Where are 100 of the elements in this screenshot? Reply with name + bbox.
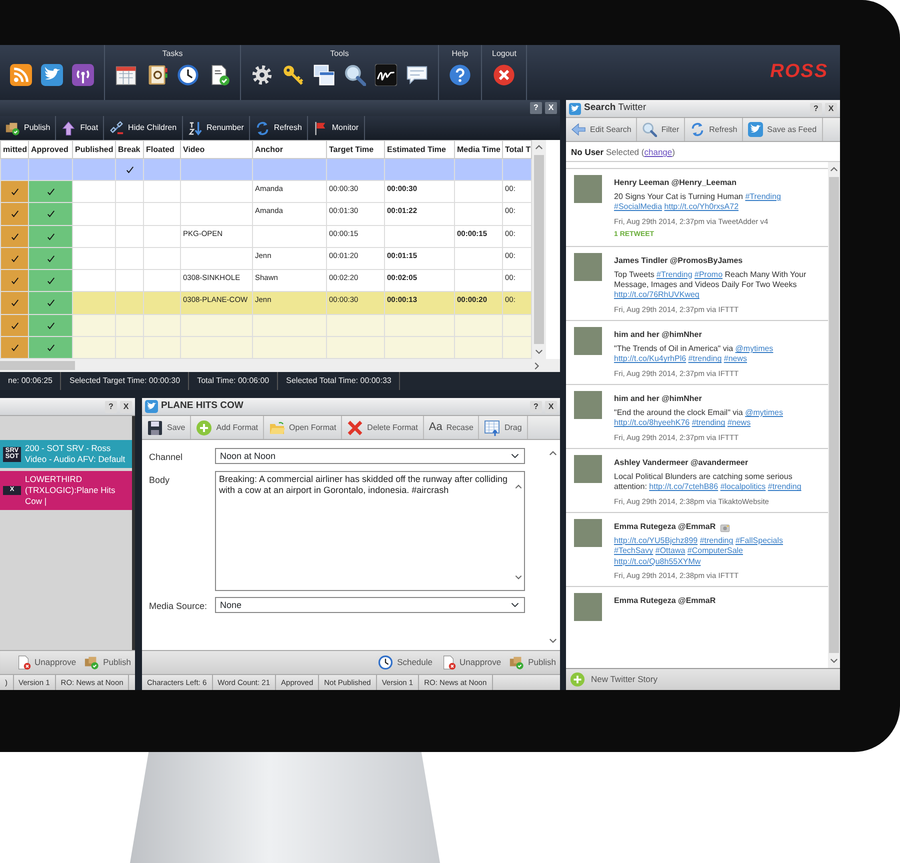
windows-icon[interactable] — [313, 64, 335, 86]
column-header[interactable]: Floated — [144, 140, 180, 158]
check-icon — [46, 232, 56, 242]
tweet-link[interactable]: #trending — [700, 536, 734, 546]
body-field[interactable]: Breaking: A commercial airliner has skidded off the runway after colliding with a cow at an airport in Gorontalo, indonesia. #aircrash — [215, 470, 525, 590]
tweet-link[interactable]: http://t.co/7ctehB86 — [649, 482, 718, 492]
column-header[interactable]: Video — [180, 140, 252, 158]
scrollbar-thumb[interactable] — [829, 177, 839, 653]
close-button[interactable]: X — [825, 102, 837, 114]
bird-icon[interactable] — [41, 64, 63, 86]
address-book-icon[interactable] — [146, 64, 168, 86]
select-field[interactable]: None — [215, 596, 525, 612]
scrollbar[interactable] — [0, 359, 560, 372]
rss-icon[interactable] — [10, 64, 32, 86]
toolbar-button[interactable]: Open Format — [264, 416, 342, 439]
help-button[interactable]: ? — [530, 400, 542, 412]
signature-icon[interactable] — [375, 64, 397, 86]
toolbar-button[interactable]: Refresh — [685, 118, 744, 141]
action-button[interactable]: Publish — [505, 655, 560, 670]
document-x-icon — [16, 655, 31, 670]
close-button[interactable]: X — [545, 400, 557, 412]
column-header[interactable]: Break — [116, 140, 144, 158]
tweet-link[interactable]: #news — [724, 354, 747, 364]
panel-title: PLANE HITS COW — [161, 399, 244, 414]
tweet-link[interactable]: http://t.co/Yh0rxsA72 — [664, 202, 739, 212]
scrollbar[interactable] — [532, 140, 546, 359]
clock-icon[interactable] — [177, 64, 199, 86]
tweet-link[interactable]: #Trending — [745, 192, 781, 201]
key-icon[interactable] — [282, 64, 304, 86]
action-button[interactable]: Publish — [80, 655, 135, 670]
select-field[interactable]: Noon at Noon — [215, 448, 525, 464]
scrollbar-thumb[interactable] — [534, 155, 544, 344]
column-header[interactable]: Total T — [502, 140, 532, 158]
group-label: Tasks — [162, 48, 183, 60]
change-link[interactable]: change — [644, 147, 672, 157]
toolbar-button[interactable]: Edit Search — [566, 118, 638, 141]
column-header[interactable]: Approved — [28, 140, 72, 158]
toolbar-button[interactable]: Drag — [479, 416, 528, 439]
tweet-text: Top Tweets #Trending #Promo Reach Many With Your Message, Images and Videos Daily For Two Weeks http://t.co/76RhUVKweq — [614, 270, 808, 301]
close-button[interactable]: X — [120, 400, 132, 412]
column-header[interactable]: Media Time — [454, 140, 502, 158]
tweet-link[interactable]: http://t.co/Qu8h55XYMw — [614, 556, 701, 566]
check-icon — [10, 320, 20, 331]
tweet-link[interactable]: #TechSavy — [614, 546, 654, 556]
help-button[interactable]: ? — [105, 400, 117, 412]
column-header[interactable]: Target Time — [326, 140, 384, 158]
help-button[interactable]: ? — [530, 102, 542, 114]
tweet-link[interactable]: #SocialMedia — [614, 202, 662, 212]
tweet-link[interactable]: @mytimes — [745, 408, 783, 417]
search-icon[interactable] — [344, 64, 366, 86]
settings-icon[interactable] — [251, 64, 273, 86]
action-button[interactable]: Schedule — [374, 655, 437, 670]
antenna-icon[interactable] — [72, 64, 94, 86]
tweet-link[interactable]: #trending — [692, 418, 726, 428]
column-header[interactable]: Anchor — [252, 140, 326, 158]
tweet-link[interactable]: http://t.co/YU5Bjchz899 — [614, 536, 698, 546]
check-icon — [46, 276, 56, 286]
help-button[interactable]: ? — [810, 102, 822, 114]
photo-placeholder — [574, 175, 602, 203]
toolbar-button[interactable]: Aa Recase — [424, 416, 480, 439]
tweet-link[interactable]: #news — [727, 418, 751, 428]
close-button[interactable]: X — [545, 102, 557, 114]
tweet-link[interactable]: #Ottawa — [655, 546, 686, 556]
tweet-link[interactable]: http://t.co/76RhUVKweq — [614, 290, 700, 300]
tweet-link[interactable]: #FallSpecials — [735, 536, 784, 546]
tweet-link[interactable]: #Trending — [656, 270, 692, 279]
folder-icon — [269, 420, 286, 436]
bird-icon — [145, 400, 158, 413]
plus-circle-icon — [570, 672, 585, 687]
column-header[interactable]: Estimated Time — [384, 140, 454, 158]
bird-icon — [569, 102, 581, 114]
toolbar-button[interactable]: Filter — [637, 118, 686, 141]
logout-icon[interactable] — [493, 64, 516, 86]
calendar-icon[interactable] — [115, 64, 137, 86]
action-button[interactable]: Unapprove — [436, 655, 506, 670]
column-header[interactable]: Published — [72, 140, 116, 158]
chat-bubble-icon[interactable] — [406, 64, 428, 86]
check-icon — [10, 276, 20, 286]
tweet-link[interactable]: #trending — [768, 482, 802, 492]
tweet-link[interactable]: http://t.co/8hyeehK76 — [614, 418, 690, 428]
toolbar-button[interactable]: Save as Feed — [743, 118, 823, 141]
toolbar-button[interactable]: Save — [142, 416, 192, 439]
toolbar-button[interactable]: Add Format — [191, 416, 264, 439]
status-text: Selected Total Time: 00:00:33 — [278, 372, 400, 390]
tweet-link[interactable]: #trending — [688, 354, 722, 364]
tweet-text: 20 Signs Your Cat is Turning Human #Trending #SocialMedia http://t.co/Yh0rxsA72 — [614, 192, 782, 213]
tweet-link[interactable]: http://t.co/Ku4yrhPl6 — [614, 354, 686, 364]
tweet-link[interactable]: @mytimes — [735, 344, 774, 353]
help-icon[interactable] — [449, 64, 471, 86]
tweet-link[interactable]: #ComputerSale — [687, 546, 743, 556]
toolbar-button[interactable]: Delete Format — [342, 416, 424, 439]
scrollbar[interactable] — [828, 162, 840, 668]
photo-placeholder — [574, 455, 602, 484]
tweet-link[interactable]: #Promo — [694, 270, 723, 279]
photo-placeholder — [574, 519, 602, 548]
tweet-link[interactable]: #localpolitics — [720, 482, 766, 492]
action-button[interactable]: Unapprove — [12, 655, 80, 670]
scrollbar-thumb[interactable] — [0, 361, 75, 370]
box-check-icon — [509, 655, 524, 670]
column-header[interactable]: mitted — [0, 140, 28, 158]
